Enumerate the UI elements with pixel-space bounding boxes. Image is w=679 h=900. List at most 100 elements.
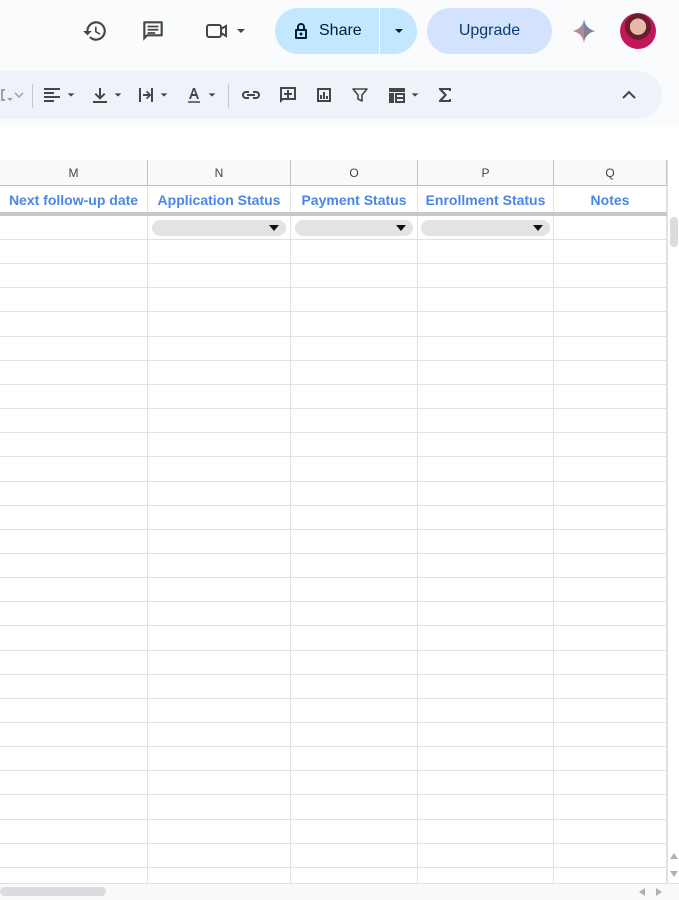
insert-comment-button[interactable] — [273, 71, 303, 119]
dropdown-arrow-icon — [533, 225, 543, 231]
dropdown-arrow-icon — [396, 225, 406, 231]
link-icon — [242, 91, 260, 99]
functions-button[interactable] — [431, 71, 459, 119]
column-gridline — [290, 216, 291, 883]
row-gridline — [0, 456, 667, 457]
collapse-toolbar-icon — [622, 90, 636, 99]
row-gridline — [0, 819, 667, 820]
text-rotation-icon — [188, 88, 200, 103]
row-gridline — [0, 239, 667, 240]
column-header-Q[interactable]: Q — [554, 160, 667, 186]
chevron-down-icon — [208, 93, 216, 97]
column-header-P[interactable]: P — [418, 160, 554, 186]
gemini-button[interactable] — [567, 14, 601, 48]
scroll-up-arrow-icon[interactable] — [670, 853, 678, 859]
row-gridline — [0, 432, 667, 433]
toolbar-separator — [228, 84, 229, 108]
version-history-button[interactable] — [78, 14, 112, 48]
header-notes[interactable]: Notes — [554, 187, 667, 212]
vertical-scroll-thumb[interactable] — [670, 217, 678, 247]
scroll-left-arrow-icon[interactable] — [639, 888, 645, 896]
gemini-icon — [572, 19, 596, 43]
lock-icon — [295, 23, 307, 39]
insert-chart-button[interactable] — [309, 71, 339, 119]
column-gridline — [147, 216, 148, 883]
meet-icon — [206, 24, 227, 38]
horizontal-align-button[interactable] — [38, 71, 80, 119]
row-gridline — [0, 625, 667, 626]
row-gridline — [0, 674, 667, 675]
meet-button[interactable] — [198, 14, 252, 48]
functions-icon — [439, 88, 451, 102]
horizontal-scrollbar[interactable] — [0, 883, 679, 900]
row-gridline — [0, 384, 667, 385]
column-header-M[interactable]: M — [0, 160, 148, 186]
comment-icon — [143, 21, 163, 41]
chevron-down-icon — [160, 93, 168, 97]
dropdown-arrow-icon — [269, 225, 279, 231]
vertical-align-icon — [93, 88, 107, 103]
column-gridline — [417, 216, 418, 883]
row-gridline — [0, 263, 667, 264]
chevron-down-icon — [67, 93, 75, 97]
chevron-down-icon — [114, 93, 122, 97]
share-dropdown-button[interactable] — [380, 8, 417, 54]
row-gridline — [0, 408, 667, 409]
insert-chart-icon — [317, 88, 331, 102]
share-label: Share — [319, 22, 362, 39]
chevron-down-icon — [237, 29, 245, 33]
text-rotation-button[interactable] — [180, 71, 222, 119]
filter-icon — [352, 88, 368, 102]
collapse-toolbar-button[interactable] — [614, 71, 644, 119]
row-gridline — [0, 577, 667, 578]
row-gridline — [0, 529, 667, 530]
payment-status-dropdown[interactable] — [295, 220, 413, 236]
header-payment-status[interactable]: Payment Status — [291, 187, 418, 212]
horizontal-scroll-thumb[interactable] — [0, 887, 106, 896]
application-status-dropdown[interactable] — [152, 220, 286, 236]
column-gridline — [553, 216, 554, 883]
frozen-row-divider[interactable] — [0, 212, 667, 216]
align-left-icon — [44, 88, 60, 102]
chevron-down-icon — [411, 93, 418, 97]
scroll-down-arrow-icon[interactable] — [670, 871, 678, 877]
column-header-N[interactable]: N — [148, 160, 291, 186]
row-gridline — [0, 336, 667, 337]
row-gridline — [0, 601, 667, 602]
row-gridline — [0, 722, 667, 723]
share-main[interactable]: Share — [275, 8, 379, 54]
text-wrapping-button[interactable] — [132, 71, 174, 119]
row-gridline — [0, 505, 667, 506]
insert-comment-icon — [280, 87, 296, 103]
filter-views-button[interactable] — [381, 71, 425, 119]
create-filter-button[interactable] — [345, 71, 375, 119]
column-header-O[interactable]: O — [291, 160, 418, 186]
header-application-status[interactable]: Application Status — [148, 187, 291, 212]
row-gridline — [0, 746, 667, 747]
upgrade-button[interactable]: Upgrade — [427, 8, 552, 54]
borders-button[interactable] — [0, 71, 28, 119]
row-gridline — [0, 481, 667, 482]
chevron-down-icon — [394, 29, 403, 33]
text-wrap-icon — [139, 88, 153, 102]
header-enrollment-status[interactable]: Enrollment Status — [418, 187, 554, 212]
filter-views-icon — [388, 88, 405, 103]
insert-link-button[interactable] — [236, 71, 266, 119]
share-button[interactable]: Share — [275, 8, 417, 54]
row-gridline — [0, 698, 667, 699]
row-gridline — [0, 287, 667, 288]
vertical-scrollbar[interactable] — [667, 160, 679, 883]
enrollment-status-dropdown[interactable] — [421, 220, 550, 236]
row-gridline — [0, 311, 667, 312]
avatar[interactable] — [620, 13, 656, 49]
row-gridline — [0, 843, 667, 844]
comments-button[interactable] — [136, 14, 170, 48]
header-next-follow-up-date[interactable]: Next follow-up date — [0, 187, 148, 212]
sheet-grid[interactable]: M N O P Q Next follow-up date Applicatio… — [0, 160, 667, 883]
history-icon — [83, 21, 106, 41]
top-bar: Share Upgrade — [0, 0, 679, 64]
row-gridline — [0, 650, 667, 651]
scroll-right-arrow-icon[interactable] — [656, 888, 662, 896]
vertical-align-button[interactable] — [86, 71, 128, 119]
row-gridline — [0, 770, 667, 771]
